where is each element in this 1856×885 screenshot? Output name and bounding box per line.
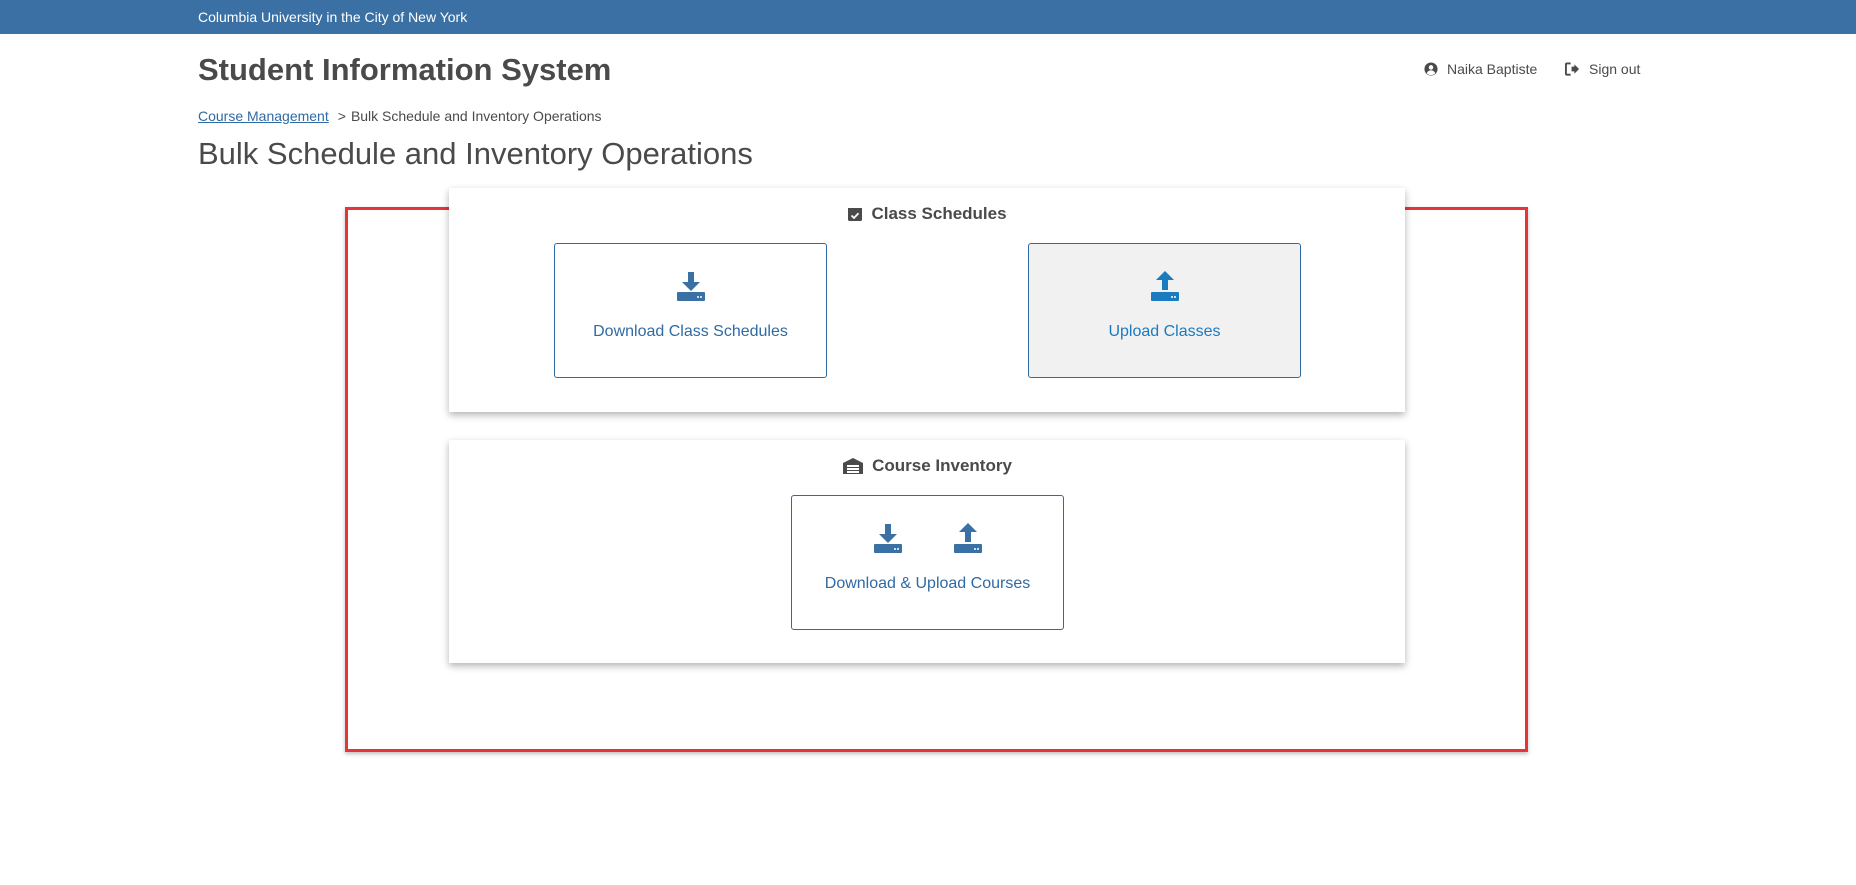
download-upload-courses-button[interactable]: Download & Upload Courses [791, 495, 1064, 630]
sign-out-icon [1565, 62, 1580, 76]
breadcrumb-course-management[interactable]: Course Management [198, 108, 329, 124]
download-class-schedules-button[interactable]: Download Class Schedules [554, 243, 827, 378]
class-schedules-card: Class Schedules Download Class Schedules [449, 188, 1405, 412]
user-name: Naika Baptiste [1447, 61, 1538, 77]
upload-icon [1150, 271, 1179, 301]
download-icon [873, 524, 902, 553]
upload-icon [953, 523, 982, 553]
upload-classes-label: Upload Classes [1108, 323, 1221, 340]
course-inventory-card: Course Inventory Download & Upload Cours… [449, 440, 1405, 663]
page-title: Bulk Schedule and Inventory Operations [198, 136, 753, 171]
top-banner: Columbia University in the City of New Y… [0, 0, 1856, 34]
breadcrumb-separator: > [337, 108, 346, 124]
user-circle-icon [1424, 62, 1438, 76]
upload-classes-button[interactable]: Upload Classes [1028, 243, 1301, 378]
user-menu[interactable]: Naika Baptiste [1424, 61, 1537, 77]
course-inventory-title: Course Inventory [872, 456, 1012, 475]
university-name: Columbia University in the City of New Y… [198, 9, 468, 25]
download-icon [676, 272, 705, 301]
class-schedules-title: Class Schedules [871, 204, 1007, 223]
download-upload-courses-label: Download & Upload Courses [824, 575, 1031, 592]
sign-out-link[interactable]: Sign out [1565, 61, 1640, 77]
calendar-check-icon [848, 208, 863, 221]
class-schedules-header: Class Schedules [449, 204, 1405, 224]
sign-out-label: Sign out [1589, 61, 1641, 77]
course-inventory-header: Course Inventory [449, 456, 1405, 476]
breadcrumb-current: Bulk Schedule and Inventory Operations [350, 108, 602, 124]
breadcrumb: Course Management > Bulk Schedule and Inve… [198, 108, 602, 124]
warehouse-icon [843, 458, 864, 474]
download-class-schedules-label: Download Class Schedules [593, 323, 788, 340]
site-title: Student Information System [198, 52, 612, 87]
